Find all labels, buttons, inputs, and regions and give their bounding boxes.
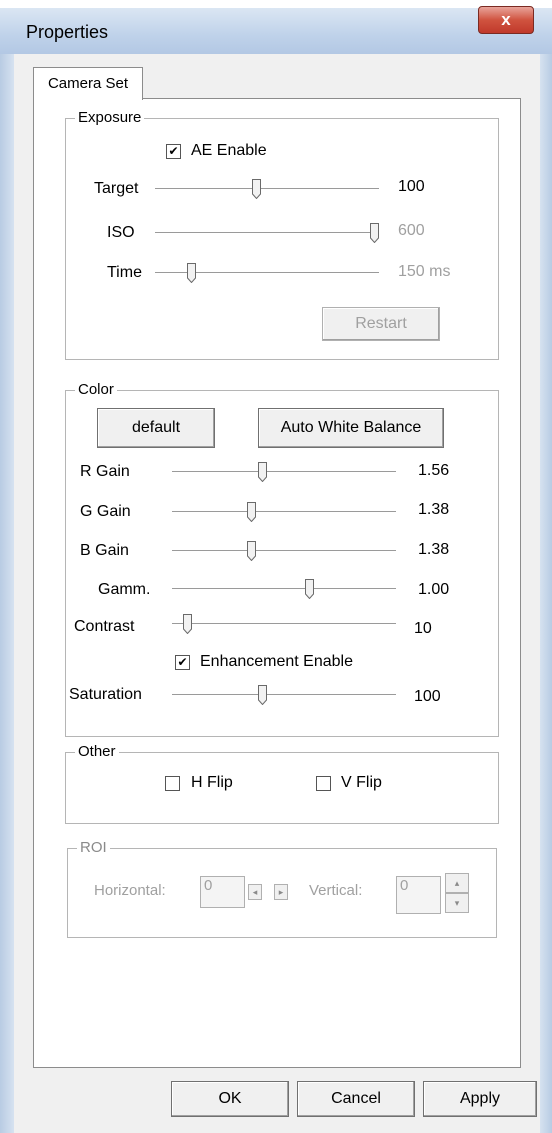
g-gain-slider-thumb[interactable]: [247, 502, 257, 522]
horizontal-label: Horizontal:: [94, 882, 166, 899]
g-gain-slider-track[interactable]: [172, 511, 396, 513]
v-flip-label: V Flip: [341, 774, 382, 791]
target-value: 100: [398, 178, 425, 195]
g-gain-value: 1.38: [418, 501, 450, 518]
saturation-slider-track[interactable]: [172, 694, 396, 696]
b-gain-label: B Gain: [80, 542, 129, 559]
restart-button: Restart: [322, 307, 440, 341]
auto-white-balance-button[interactable]: Auto White Balance: [258, 408, 444, 448]
ae-enable-label: AE Enable: [191, 142, 267, 159]
roi-group-title: ROI: [77, 839, 110, 856]
apply-button[interactable]: Apply: [423, 1081, 537, 1117]
g-gain-label: G Gain: [80, 503, 131, 520]
ok-button[interactable]: OK: [171, 1081, 289, 1117]
down-arrow-icon: ▾: [454, 898, 460, 908]
b-gain-value: 1.38: [418, 541, 450, 558]
right-arrow-icon: ▸: [278, 887, 284, 897]
contrast-value: 10: [414, 620, 432, 637]
other-group-title: Other: [75, 743, 119, 760]
vertical-up-arrow: ▴: [445, 873, 469, 893]
exposure-group-title: Exposure: [75, 109, 145, 126]
close-button[interactable]: x: [478, 6, 534, 34]
iso-value: 600: [398, 222, 425, 239]
b-gain-slider-thumb[interactable]: [247, 541, 257, 561]
target-slider-thumb[interactable]: [251, 179, 261, 199]
gamma-label: Gamm.: [98, 581, 151, 598]
saturation-label: Saturation: [69, 686, 142, 703]
r-gain-label: R Gain: [80, 463, 130, 480]
ae-enable-checkbox[interactable]: ✔: [166, 144, 181, 159]
vertical-down-arrow: ▾: [445, 893, 469, 913]
target-label: Target: [94, 180, 139, 197]
time-slider-thumb: [187, 263, 197, 283]
contrast-label: Contrast: [74, 618, 135, 635]
contrast-slider-thumb[interactable]: [182, 614, 192, 634]
horizontal-left-arrow: ◂: [248, 884, 262, 900]
r-gain-slider-track[interactable]: [172, 471, 396, 473]
r-gain-slider-thumb[interactable]: [258, 462, 267, 482]
enhancement-enable-label: Enhancement Enable: [200, 653, 353, 670]
vertical-input: 0: [396, 876, 441, 914]
saturation-slider-thumb[interactable]: [258, 685, 267, 705]
other-group: Other: [65, 743, 499, 824]
gamma-slider-track[interactable]: [172, 588, 396, 590]
left-arrow-icon: ◂: [252, 887, 258, 897]
check-icon: ✔: [177, 655, 188, 669]
cancel-button[interactable]: Cancel: [297, 1081, 415, 1117]
color-group-title: Color: [75, 381, 117, 398]
check-icon: ✔: [168, 144, 179, 158]
target-slider-track[interactable]: [155, 188, 379, 190]
time-label: Time: [107, 264, 142, 281]
gamma-value: 1.00: [418, 581, 450, 598]
horizontal-right-arrow: ▸: [274, 884, 288, 900]
iso-slider-track: [155, 232, 379, 234]
up-arrow-icon: ▴: [454, 878, 460, 888]
h-flip-checkbox[interactable]: [165, 776, 180, 791]
iso-slider-thumb: [370, 223, 379, 243]
enhancement-enable-checkbox[interactable]: ✔: [175, 655, 190, 670]
window-title: Properties: [26, 22, 109, 42]
tab-camera-set[interactable]: Camera Set: [33, 67, 143, 100]
window-border-right: [540, 54, 552, 1133]
default-button[interactable]: default: [97, 408, 215, 448]
r-gain-value: 1.56: [418, 462, 450, 479]
gamma-slider-thumb[interactable]: [305, 579, 315, 599]
saturation-value: 100: [414, 688, 441, 705]
time-value: 150 ms: [398, 263, 451, 280]
window-border-left: [0, 54, 14, 1133]
b-gain-slider-track[interactable]: [172, 550, 396, 552]
iso-label: ISO: [107, 224, 135, 241]
contrast-slider-track[interactable]: [172, 623, 396, 625]
v-flip-checkbox[interactable]: [316, 776, 331, 791]
horizontal-input: 0: [200, 876, 245, 908]
h-flip-label: H Flip: [191, 774, 233, 791]
vertical-label: Vertical:: [309, 882, 363, 899]
